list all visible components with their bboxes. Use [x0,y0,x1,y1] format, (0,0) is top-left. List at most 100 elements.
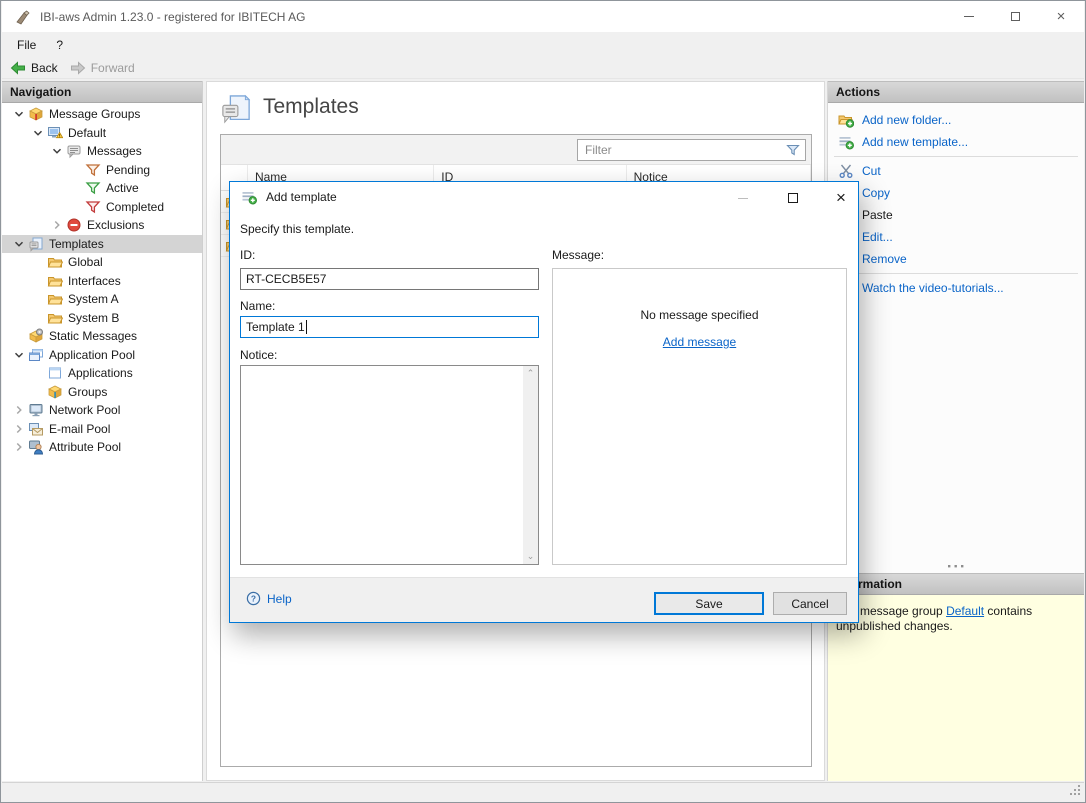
titlebar: IBI-aws Admin 1.23.0 - registered for IB… [2,1,1084,32]
filter-icon[interactable] [785,142,801,158]
tree-item-label: Default [68,126,106,140]
information-panel: The message group Default contains unpub… [828,595,1084,781]
tree-item-interfaces[interactable]: Interfaces [2,272,202,291]
forward-button[interactable]: Forward [64,57,141,78]
action-label: Edit... [862,230,893,244]
close-button[interactable]: × [1038,1,1084,32]
add-template-dialog-icon [241,189,257,205]
message-label: Message: [552,248,604,262]
chevron-spacer [67,162,85,178]
tree-item-groups[interactable]: Groups [2,383,202,402]
tree-item-active[interactable]: Active [2,179,202,198]
action-copy[interactable]: Copy [828,182,1084,204]
tree-item-message-groups[interactable]: Message Groups [2,105,202,124]
filter-strip: Filter [221,135,811,165]
chevron-down-icon[interactable] [10,347,28,363]
tree-item-network-pool[interactable]: Network Pool [2,401,202,420]
chevron-right-icon[interactable] [10,439,28,455]
applications-icon [47,365,63,381]
action-edit[interactable]: Edit... [828,226,1084,248]
menu-file[interactable]: File [2,32,46,57]
tree-item-label: Active [106,181,139,195]
action-remove[interactable]: Remove [828,248,1084,270]
action-cut[interactable]: Cut [828,160,1084,182]
splitter-grip[interactable] [828,564,1084,569]
toolbar: Back Forward [2,57,1084,79]
tree-item-pending[interactable]: Pending [2,161,202,180]
action-add-new-folder[interactable]: Add new folder... [828,109,1084,131]
chevron-down-icon[interactable] [48,143,66,159]
tree-item-static-messages[interactable]: Static Messages [2,327,202,346]
action-add-new-template[interactable]: Add new template... [828,131,1084,153]
save-button[interactable]: Save [654,592,764,615]
tree-item-attribute-pool[interactable]: Attribute Pool [2,438,202,457]
tree-item-global[interactable]: Global [2,253,202,272]
tree-item-e-mail-pool[interactable]: E-mail Pool [2,420,202,439]
back-button[interactable]: Back [2,57,64,78]
maximize-button[interactable] [992,1,1038,32]
name-label: Name: [240,299,275,313]
chevron-down-icon[interactable] [29,125,47,141]
cancel-button[interactable]: Cancel [773,592,847,615]
notice-field[interactable]: ⌃⌄ [240,365,539,565]
tree-item-label: Static Messages [49,329,137,343]
folder-icon [47,273,63,289]
default-group-link[interactable]: Default [946,604,984,618]
add-folder-icon [838,112,854,128]
tree-item-messages[interactable]: Messages [2,142,202,161]
chevron-spacer [29,254,47,270]
action-label: Copy [862,186,890,200]
tree-item-exclusions[interactable]: Exclusions [2,216,202,235]
dialog-maximize-button[interactable] [778,189,808,207]
help-link[interactable]: ? Help [246,591,292,606]
tree-item-default[interactable]: Default [2,124,202,143]
dialog-footer: ? Help Save Cancel [230,577,858,622]
scroll-down-icon[interactable]: ⌄ [527,551,535,562]
filter-placeholder: Filter [585,143,612,157]
action-watch-the-video-tutorials[interactable]: Watch the video-tutorials... [828,277,1084,299]
tree-item-completed[interactable]: Completed [2,198,202,217]
notice-scrollbar[interactable]: ⌃⌄ [523,366,538,564]
application-pool-icon [28,347,44,363]
action-paste[interactable]: Paste [828,204,1084,226]
tree-item-label: E-mail Pool [49,422,110,436]
dialog-title: Add template [266,190,337,204]
navigation-panel: Navigation Message GroupsDefaultMessages… [2,81,203,781]
exclusions-icon [66,217,82,233]
scroll-up-icon[interactable]: ⌃ [527,368,535,379]
tree-item-label: Pending [106,163,150,177]
name-field[interactable]: Template 1 [240,316,539,338]
actions-separator [834,273,1078,274]
chevron-right-icon[interactable] [10,402,28,418]
tree-item-label: Templates [49,237,104,251]
chevron-right-icon[interactable] [48,217,66,233]
add-template-dialog: Add template × Specify this template. ID… [229,181,859,623]
chevron-spacer [29,310,47,326]
menu-help[interactable]: ? [46,32,73,57]
id-field[interactable]: RT-CECB5E57 [240,268,539,290]
dialog-maximize-icon [788,193,798,203]
chevron-down-icon[interactable] [10,106,28,122]
filter-input[interactable]: Filter [577,139,806,161]
funnel-red-icon [85,199,101,215]
tree-item-system-a[interactable]: System A [2,290,202,309]
tree-item-label: Messages [87,144,142,158]
tree-item-templates[interactable]: Templates [2,235,202,254]
id-value: RT-CECB5E57 [246,272,326,286]
tree-item-label: Network Pool [49,403,120,417]
chevron-spacer [29,291,47,307]
tree-item-application-pool[interactable]: Application Pool [2,346,202,365]
tree-item-label: Application Pool [49,348,135,362]
tree-item-applications[interactable]: Applications [2,364,202,383]
resize-grip-icon[interactable] [1068,783,1081,799]
dialog-minimize-button[interactable] [728,189,758,207]
dialog-close-button[interactable]: × [826,189,856,207]
chevron-down-icon[interactable] [10,236,28,252]
actions-header: Actions [828,81,1084,103]
tree-item-system-b[interactable]: System B [2,309,202,328]
chevron-right-icon[interactable] [10,421,28,437]
window-title: IBI-aws Admin 1.23.0 - registered for IB… [40,10,305,24]
minimize-button[interactable] [946,1,992,32]
add-message-link[interactable]: Add message [663,335,736,349]
id-label: ID: [240,248,255,262]
